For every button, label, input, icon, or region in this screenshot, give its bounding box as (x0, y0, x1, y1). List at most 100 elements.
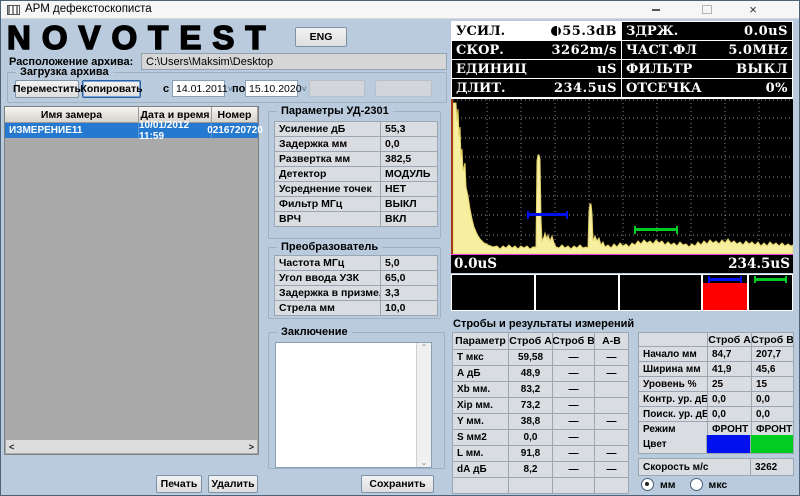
table-cell: — (553, 382, 595, 398)
to-date-picker[interactable]: 15.10.2020 ˅ (245, 80, 298, 97)
conclusion-legend: Заключение (277, 326, 352, 338)
color-row-label: Цвет (639, 435, 707, 453)
table-cell: ВКЛ (381, 212, 438, 227)
table-cell: Уровень % (639, 377, 708, 392)
table-cell: Ширина мм (639, 362, 708, 377)
table-cell: L мм. (453, 446, 509, 462)
device-params-group: Параметры УД-2301 Усиление дБ55,3Задержк… (268, 111, 441, 239)
print-button[interactable]: Печать (156, 475, 202, 493)
gate-a-icon (708, 278, 742, 281)
indicator-cell-gate-a (702, 274, 748, 311)
indicator-cell-1 (451, 274, 535, 311)
gate-a-color-swatch[interactable] (707, 435, 751, 453)
table-row: Начало мм84,7207,7 (639, 347, 794, 362)
table-cell: Развертка мм (275, 152, 381, 167)
table-row: Хip мм.73,2— (453, 398, 629, 414)
horizontal-scrollbar[interactable]: < > (6, 440, 257, 453)
indicator-cell-2 (535, 274, 619, 311)
display-cell-reject: ОТСЕЧКА0% (622, 79, 792, 97)
radio-mm-label: мм (660, 479, 676, 491)
table-cell: Хip мм. (453, 398, 509, 414)
table-cell (595, 430, 629, 446)
column-header-name[interactable]: Имя замера (5, 107, 139, 123)
device-display: УСИЛ. 55.3dB ЗДРЖ.0.0uS СКОР.3262m/s ЧАС… (451, 21, 793, 99)
table-cell: Угол ввода УЗК (275, 271, 381, 286)
close-icon: × (749, 3, 757, 16)
scroll-left-icon[interactable]: < (9, 442, 14, 452)
velocity-label: Скорость м/с (639, 459, 751, 475)
delete-button[interactable]: Удалить (208, 475, 258, 493)
column-header: Строб В (752, 333, 794, 347)
table-cell: 8,2 (509, 462, 553, 478)
table-cell: 59,58 (509, 350, 553, 366)
scroll-down-icon[interactable]: ⌄ (421, 458, 428, 467)
minimize-button[interactable] (649, 2, 663, 17)
knob-icon (551, 26, 561, 36)
table-cell: Хb мм. (453, 382, 509, 398)
table-row: Контр. ур. дБ0,00,0 (639, 392, 794, 407)
gate-b-alarm (749, 283, 792, 310)
gate-b-color-swatch[interactable] (751, 435, 793, 453)
column-header: Параметр (453, 333, 509, 350)
results-table: ПараметрСтроб АСтроб ВА-ВТ мкс59,58——А д… (452, 332, 629, 494)
conclusion-textarea[interactable]: ⌃ ⌄ (275, 342, 432, 468)
column-header: А-В (595, 333, 629, 350)
table-cell: Стрела мм (275, 301, 381, 316)
table-row: Поиск. ур. дБ0,00,0 (639, 407, 794, 422)
table-cell: — (595, 366, 629, 382)
move-button[interactable]: Переместить (15, 80, 79, 98)
table-row (453, 478, 629, 494)
display-cell-duration: ДЛИТ.234.5uS (452, 79, 621, 97)
table-row: Частота МГц5,0 (275, 256, 438, 271)
scroll-right-icon[interactable]: > (249, 442, 254, 452)
disabled-button-2 (375, 80, 432, 97)
column-header (639, 333, 708, 347)
display-cell-filter: ФИЛЬТРВЫКЛ (622, 60, 792, 78)
display-cell-frequency: ЧАСТ.ФЛ5.0MHz (622, 41, 792, 59)
velocity-value: 3262 (751, 459, 793, 475)
conclusion-group: Заключение ⌃ ⌄ (268, 332, 445, 469)
column-header: Строб А (708, 333, 752, 347)
to-label: по (232, 83, 245, 95)
copy-button[interactable]: Копировать (82, 80, 141, 98)
device-params-table: Усиление дБ55,3Задержка мм0,0Развертка м… (274, 121, 438, 227)
gate-b-icon (754, 278, 787, 281)
table-cell: — (595, 446, 629, 462)
radio-mm[interactable] (641, 478, 654, 491)
scroll-up-icon[interactable]: ⌃ (421, 343, 428, 352)
table-row: Усиление дБ55,3 (275, 122, 438, 137)
close-button[interactable]: × (746, 2, 760, 17)
from-date-picker[interactable]: 14.01.2011 ˅ (172, 80, 225, 97)
language-button[interactable]: ENG (295, 27, 347, 47)
maximize-button[interactable] (700, 2, 714, 17)
table-cell: 84,7 (708, 347, 752, 362)
minimize-icon (652, 9, 660, 11)
table-cell: 382,5 (381, 152, 438, 167)
table-cell: 38,8 (509, 414, 553, 430)
table-cell: 10,0 (381, 301, 438, 316)
table-row: Развертка мм382,5 (275, 152, 438, 167)
table-cell: 0,0 (752, 392, 794, 407)
from-label: с (163, 83, 169, 95)
display-cell-units: ЕДИНИЦuS (452, 60, 621, 78)
table-cell: — (553, 430, 595, 446)
archive-path-field[interactable]: C:\Users\Maksim\Desktop (141, 53, 447, 70)
table-cell: 65,0 (381, 271, 438, 286)
radio-us[interactable] (690, 478, 703, 491)
list-row-selected[interactable]: ИЗМЕРЕНИЕ11 10/01/2012 11:59 0216720720 (5, 123, 258, 138)
table-cell: — (553, 446, 595, 462)
display-cell-gain: УСИЛ. 55.3dB (452, 22, 621, 40)
table-cell: 41,9 (708, 362, 752, 377)
table-cell (453, 478, 509, 494)
column-header-number[interactable]: Номер (212, 107, 258, 123)
device-params-legend: Параметры УД-2301 (277, 105, 393, 117)
chevron-down-icon: ˅ (302, 84, 307, 94)
table-cell: Частота МГц (275, 256, 381, 271)
save-button[interactable]: Сохранить (361, 475, 434, 493)
velocity-row: Скорость м/с 3262 (638, 458, 794, 476)
logo: NOVOTEST (7, 19, 277, 57)
vertical-scrollbar[interactable]: ⌃ ⌄ (416, 343, 431, 467)
table-row: ВРЧВКЛ (275, 212, 438, 227)
probe-legend: Преобразователь (277, 241, 382, 253)
table-header-row: ПараметрСтроб АСтроб ВА-В (453, 333, 629, 350)
